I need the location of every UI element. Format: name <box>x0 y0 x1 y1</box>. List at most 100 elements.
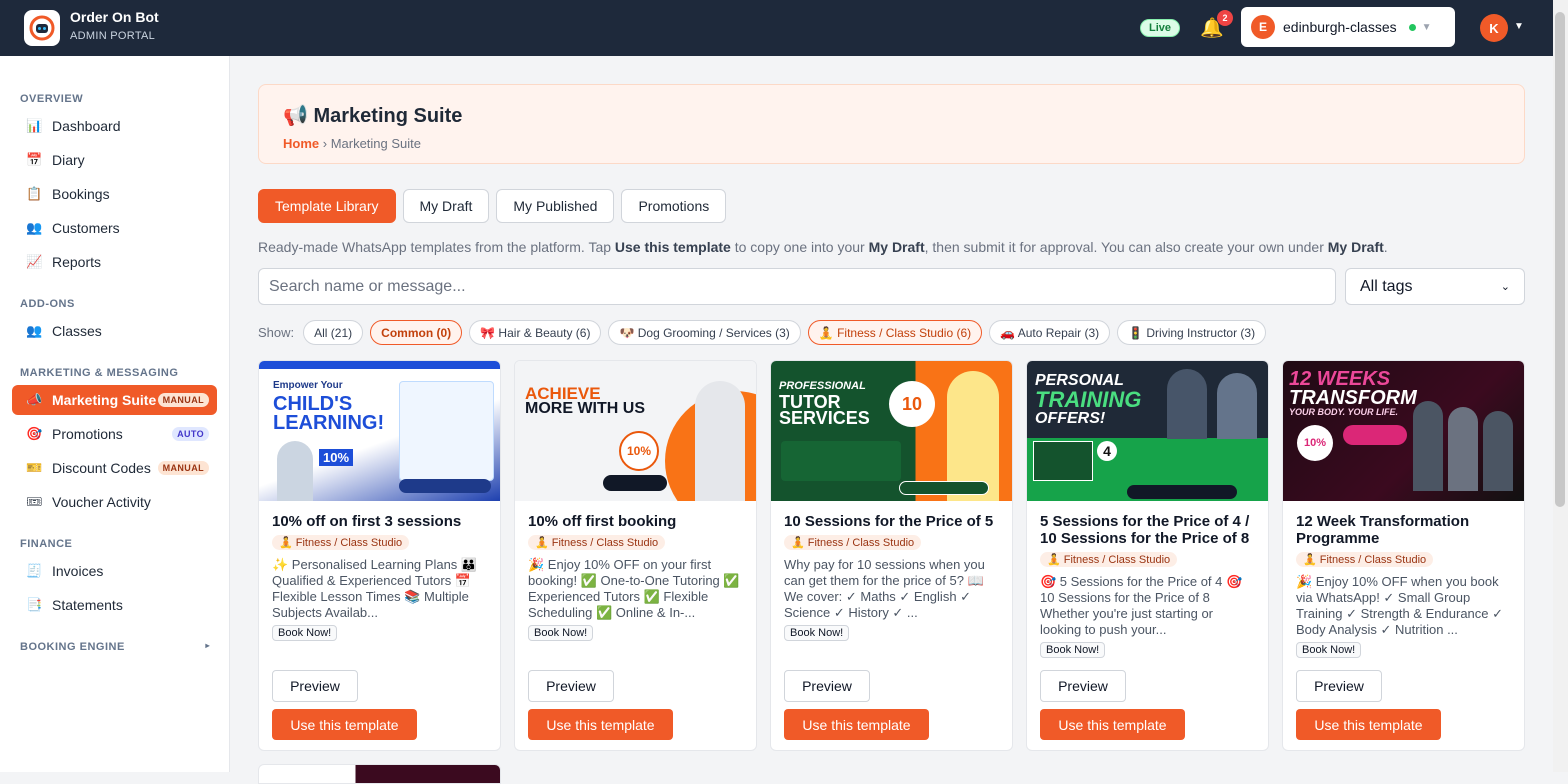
services-panel <box>399 381 494 481</box>
sidebar-item-marketing-suite[interactable]: 📣 Marketing Suite MANUAL <box>12 385 217 415</box>
preview-button[interactable]: Preview <box>272 670 358 702</box>
image-text: 12 WEEKS <box>1289 368 1391 390</box>
tags-select[interactable]: All tags ⌄ <box>1345 268 1525 305</box>
book-now-badge: Book Now! <box>1040 642 1106 658</box>
sidebar-item-label: Customers <box>52 220 120 236</box>
image-text: Empower Your <box>273 380 343 391</box>
filter-label: Show: <box>258 325 295 340</box>
chevron-down-icon: ▼ <box>1421 21 1432 33</box>
user-menu-chevron-icon[interactable]: ▼ <box>1514 21 1524 32</box>
user-avatar[interactable]: K <box>1480 14 1508 42</box>
use-template-button[interactable]: Use this template <box>528 709 673 740</box>
template-tag: 🧘 Fitness / Class Studio <box>784 535 922 550</box>
preview-button[interactable]: Preview <box>1040 670 1126 702</box>
chip-fitness[interactable]: 🧘 Fitness / Class Studio (6) <box>807 320 983 345</box>
whatsapp-button-graphic <box>1127 485 1237 499</box>
use-template-button[interactable]: Use this template <box>1296 709 1441 740</box>
users-icon: 👥 <box>26 323 43 338</box>
person-photo <box>1448 407 1478 491</box>
sidebar: OVERVIEW 📊 Dashboard 📅 Diary 📋 Bookings 👥 Cu… <box>0 56 230 772</box>
person-photo <box>1483 411 1513 491</box>
chip-all[interactable]: All (21) <box>303 320 364 345</box>
subjects-panel <box>781 441 901 481</box>
desc-text: Ready-made WhatsApp templates from the p… <box>258 239 615 255</box>
desc-text: to copy one into your <box>730 239 869 255</box>
preview-button[interactable]: Preview <box>528 670 614 702</box>
sidebar-section-booking-engine[interactable]: BOOKING ENGINE ▸ <box>20 641 210 653</box>
chevron-right-icon: ▸ <box>205 641 210 650</box>
desc-bold: Use this template <box>614 239 731 255</box>
section-label: BOOKING ENGINE <box>20 641 125 653</box>
sidebar-item-label: Invoices <box>52 563 104 579</box>
breadcrumb: Home › Marketing Suite <box>283 136 1500 151</box>
chip-dog-grooming[interactable]: 🐶 Dog Grooming / Services (3) <box>608 320 801 345</box>
template-title: 10 Sessions for the Price of 5 <box>784 513 994 530</box>
top-bar: Order On Bot ADMIN PORTAL Live 🔔 2 E edi… <box>0 0 1568 56</box>
tab-bar: Template Library My Draft My Published P… <box>258 189 727 223</box>
desc-bold: My Draft <box>1327 239 1384 255</box>
template-grid: Empower Your CHILD'S LEARNING! 10% 10% o… <box>258 360 1525 751</box>
sidebar-item-dashboard[interactable]: 📊 Dashboard <box>12 111 217 141</box>
search-input[interactable]: Search name or message... <box>258 268 1336 305</box>
sidebar-item-voucher-activity[interactable]: 🎟 Voucher Activity <box>12 487 217 517</box>
invoice-icon: 🧾 <box>26 563 43 578</box>
calendar-icon: 📅 <box>26 152 43 167</box>
chip-hair-beauty[interactable]: 🎀 Hair & Beauty (6) <box>469 320 602 345</box>
tab-my-published[interactable]: My Published <box>496 189 615 223</box>
sidebar-item-classes[interactable]: 👥 Classes <box>12 316 217 346</box>
sidebar-item-diary[interactable]: 📅 Diary <box>12 145 217 175</box>
image-text: TRANSFORM <box>1289 387 1417 409</box>
template-message: ✨ Personalised Learning Plans 👪 Qualifie… <box>272 557 478 620</box>
tab-promotions[interactable]: Promotions <box>621 189 727 223</box>
chevron-down-icon: ⌄ <box>1500 281 1510 293</box>
image-text: TRAINING <box>1035 387 1142 412</box>
app-logo[interactable] <box>24 10 60 46</box>
template-tag: 🧘 Fitness / Class Studio <box>272 535 410 550</box>
use-template-button[interactable]: Use this template <box>272 709 417 740</box>
image-text: MORE WITH US <box>525 400 645 417</box>
preview-button[interactable]: Preview <box>1296 670 1382 702</box>
notification-count-badge: 2 <box>1217 10 1233 26</box>
tab-my-draft[interactable]: My Draft <box>402 189 490 223</box>
sidebar-item-reports[interactable]: 📈 Reports <box>12 247 217 277</box>
person-photo <box>695 381 745 501</box>
sidebar-item-customers[interactable]: 👥 Customers <box>12 213 217 243</box>
sidebar-item-discount-codes[interactable]: 🎫 Discount Codes MANUAL <box>12 453 217 483</box>
chip-common[interactable]: Common (0) <box>370 320 463 345</box>
template-message: 🎉 Enjoy 10% OFF on your first booking! ✅… <box>528 557 740 620</box>
sidebar-item-label: Diary <box>52 152 85 168</box>
chip-driving-instructor[interactable]: 🚦 Driving Instructor (3) <box>1117 320 1267 345</box>
sidebar-item-label: Voucher Activity <box>52 494 151 510</box>
scrollbar-thumb[interactable] <box>1555 12 1565 507</box>
main-content: 📢 Marketing Suite Home › Marketing Suite… <box>258 84 1525 784</box>
offer-badge: 10 <box>889 381 935 427</box>
template-image: ACHIEVE MORE WITH US 10% <box>515 361 756 501</box>
use-template-button[interactable]: Use this template <box>1040 709 1185 740</box>
template-tag: 🧘 Fitness / Class Studio <box>1296 552 1434 567</box>
sidebar-item-promotions[interactable]: 🎯 Promotions AUTO <box>12 419 217 449</box>
book-now-badge: Book Now! <box>272 625 338 641</box>
person-photo <box>1217 373 1257 439</box>
image-text: SERVICES <box>779 408 870 428</box>
template-card: ACHIEVE MORE WITH US 10% 10% off first b… <box>514 360 757 751</box>
tag-filter-chips: Show: All (21) Common (0) 🎀 Hair & Beaut… <box>258 320 1267 345</box>
sidebar-item-statements[interactable]: 📑 Statements <box>12 590 217 620</box>
template-title: 10% off on first 3 sessions <box>272 513 462 530</box>
use-template-button[interactable]: Use this template <box>784 709 929 740</box>
preview-button[interactable]: Preview <box>784 670 870 702</box>
sidebar-item-invoices[interactable]: 🧾 Invoices <box>12 556 217 586</box>
template-tag: 🧘 Fitness / Class Studio <box>528 535 666 550</box>
business-name: edinburgh-classes <box>1283 19 1397 35</box>
template-card-partial <box>258 764 501 784</box>
template-image: PROFESSIONAL TUTOR SERVICES 10 <box>771 361 1012 501</box>
breadcrumb-home-link[interactable]: Home <box>283 136 319 151</box>
sidebar-item-bookings[interactable]: 📋 Bookings <box>12 179 217 209</box>
chip-auto-repair[interactable]: 🚗 Auto Repair (3) <box>989 320 1111 345</box>
template-image: Empower Your CHILD'S LEARNING! 10% <box>259 361 500 501</box>
template-title: 5 Sessions for the Price of 4 / 10 Sessi… <box>1040 513 1250 547</box>
business-switcher[interactable]: E edinburgh-classes ▼ <box>1241 7 1455 47</box>
template-card: PROFESSIONAL TUTOR SERVICES 10 10 Sessio… <box>770 360 1013 751</box>
tags-select-value: All tags <box>1360 277 1413 295</box>
desc-bold: My Draft <box>868 239 925 255</box>
tab-template-library[interactable]: Template Library <box>258 189 396 223</box>
